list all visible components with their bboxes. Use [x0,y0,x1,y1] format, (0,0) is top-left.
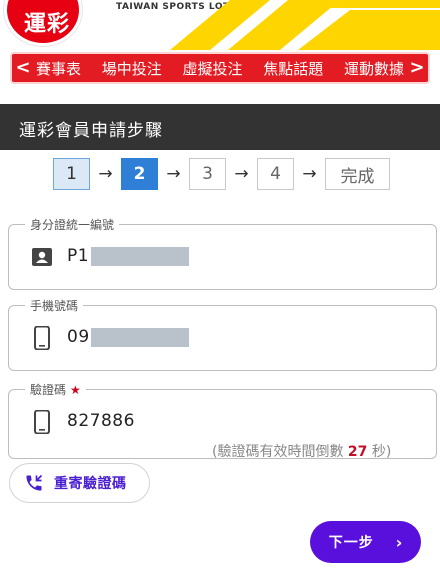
mobile-number-field[interactable]: 手機號碼 09 [8,297,437,371]
id-number-value: P1 [67,246,90,266]
redacted-mask [91,247,189,266]
step-arrow: → [166,164,181,184]
phone-callback-icon [26,474,43,491]
countdown-suffix: 秒) [367,444,392,460]
nav-scroll-right-button[interactable]: > [406,54,428,82]
chevron-right-icon: › [395,532,403,552]
verification-code-label: 驗證碼 ★ [25,381,86,398]
nav-item-virtual-betting[interactable]: 虛擬投注 [182,58,242,79]
step-1: 1 [53,158,90,190]
mobile-number-value: 09 [67,327,90,347]
resend-code-label: 重寄驗證碼 [54,476,127,492]
registration-steps: 1 → 2 → 3 → 4 → 完成 [53,157,390,191]
step-arrow: → [98,164,113,184]
main-nav: < 賽事表 場中投注 虛擬投注 焦點話題 運動數據 > [10,52,430,84]
step-2-active: 2 [121,158,158,190]
logo-text: 運彩 [24,12,71,37]
id-number-label: 身分證統一編號 [25,216,120,233]
resend-code-button[interactable]: 重寄驗證碼 [9,463,150,503]
nav-item-live-betting[interactable]: 場中投注 [102,58,162,79]
next-step-label: 下一步 [328,535,374,551]
step-3: 3 [189,158,226,190]
step-complete: 完成 [325,158,390,190]
nav-item-schedule[interactable]: 賽事表 [36,58,81,79]
next-step-button[interactable]: 下一步 › [310,521,421,563]
step-arrow: → [302,164,317,184]
mobile-phone-icon [34,326,50,350]
id-number-field[interactable]: 身分證統一編號 P1 [8,216,437,290]
nav-item-focus-topics[interactable]: 焦點話題 [263,58,323,79]
mobile-phone-icon [34,410,50,434]
page-title-bar: 運彩會員申請步驟 [0,104,440,150]
nav-scroll-left-button[interactable]: < [12,54,34,82]
nav-items: 賽事表 場中投注 虛擬投注 焦點話題 運動數據 [34,58,406,79]
code-expiry-countdown: (驗證碼有效時間倒數 27 秒) [212,441,391,461]
nav-item-sports-data[interactable]: 運動數據 [344,58,404,79]
step-4: 4 [257,158,294,190]
verification-code-label-text: 驗證碼 [30,383,67,397]
page-title: 運彩會員申請步驟 [19,121,163,141]
redacted-mask [91,328,189,347]
mobile-number-label: 手機號碼 [25,297,84,314]
main-nav-wrapper: < 賽事表 場中投注 虛擬投注 焦點話題 運動數據 > [0,50,440,88]
app-header: 運彩 TAIWAN SPORTS LOTTERY [0,0,440,50]
required-mark: ★ [70,383,81,397]
verification-code-value: 827886 [67,411,135,431]
countdown-seconds: 27 [347,444,368,460]
id-card-icon [32,248,52,266]
countdown-prefix: (驗證碼有效時間倒數 [212,444,348,460]
header-decoration-stripes [170,0,440,50]
step-arrow: → [234,164,249,184]
